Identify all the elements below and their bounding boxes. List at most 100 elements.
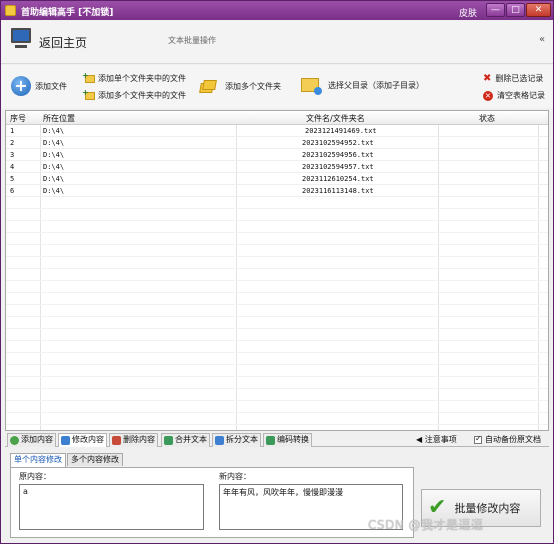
minimize-button[interactable]: —	[486, 3, 505, 17]
delete-x-icon: ✖	[483, 73, 492, 84]
tab-merge-text[interactable]: 合并文本	[161, 433, 210, 447]
add-file-label: 添加文件	[35, 81, 67, 91]
empty-table-row	[6, 341, 548, 353]
subtab-single-modify[interactable]: 单个内容修改	[10, 453, 66, 467]
folder-add-icon	[82, 71, 95, 83]
empty-table-row	[6, 317, 548, 329]
original-content-input[interactable]: a	[19, 484, 204, 530]
skin-button[interactable]: 皮肤	[459, 6, 477, 19]
empty-table-row	[6, 389, 548, 401]
file-table[interactable]: 序号 所在位置 文件名/文件夹名 状态 1 D:\4\ 202312149146…	[5, 110, 549, 431]
tab-add-content[interactable]: 添加内容	[7, 433, 56, 447]
cell-index: 2	[10, 139, 15, 147]
cell-filename: 2023112610254.txt	[302, 175, 374, 183]
split-icon	[215, 436, 224, 445]
empty-table-row	[6, 329, 548, 341]
table-row[interactable]: 5 D:\4\ 2023112610254.txt	[6, 173, 548, 185]
clear-table-button[interactable]: × 清空表格记录	[483, 90, 545, 101]
tab-label: 合并文本	[175, 435, 207, 444]
table-row[interactable]: 4 D:\4\ 2023102594957.txt	[6, 161, 548, 173]
empty-table-row	[6, 353, 548, 365]
notice-link[interactable]: ◀ 注意事项	[416, 434, 457, 445]
tab-split-text[interactable]: 拆分文本	[212, 433, 261, 447]
cell-index: 4	[10, 163, 15, 171]
app-icon	[5, 5, 16, 16]
delete-selected-label: 删除已选记录	[495, 74, 544, 83]
tab-delete-content[interactable]: 删除内容	[109, 433, 158, 447]
add-circle-icon	[10, 436, 19, 445]
empty-table-row	[6, 305, 548, 317]
add-single-folder-label: 添加单个文件夹中的文件	[98, 74, 186, 83]
empty-table-row	[6, 377, 548, 389]
add-multi-folder-label: 添加多个文件夹中的文件	[98, 91, 186, 100]
column-header-index[interactable]: 序号	[10, 113, 26, 124]
column-header-filename[interactable]: 文件名/文件夹名	[306, 113, 365, 124]
table-row[interactable]: 2 D:\4\ 2023102594952.txt	[6, 137, 548, 149]
delete-doc-icon	[112, 436, 121, 445]
column-header-status[interactable]: 状态	[479, 113, 495, 124]
cell-path: D:\4\	[43, 127, 65, 135]
cell-index: 3	[10, 151, 15, 159]
cell-index: 6	[10, 187, 15, 195]
clear-table-label: 清空表格记录	[497, 91, 545, 100]
empty-table-row	[6, 197, 548, 209]
merge-icon	[164, 436, 173, 445]
collapse-button[interactable]: «	[539, 34, 545, 45]
tab-label: 修改内容	[72, 435, 104, 444]
empty-table-row	[6, 401, 548, 413]
cell-index: 1	[10, 127, 15, 135]
table-header: 序号 所在位置 文件名/文件夹名 状态	[6, 111, 548, 125]
back-home-link[interactable]: 返回主页	[39, 34, 87, 51]
add-folders-button[interactable]: 添加多个文件夹	[199, 78, 281, 94]
cell-filename: 2023102594957.txt	[302, 163, 374, 171]
cell-path: D:\4\	[43, 163, 65, 171]
empty-table-row	[6, 209, 548, 221]
close-button[interactable]: ✕	[526, 3, 551, 17]
tab-modify-content[interactable]: 修改内容	[58, 433, 107, 447]
add-multi-folder-button[interactable]: 添加多个文件夹中的文件	[82, 88, 186, 101]
auto-backup-checkbox[interactable]: 自动备份原文档	[474, 434, 541, 445]
tab-encoding-convert[interactable]: 编码转换	[263, 433, 312, 447]
cell-filename: 2023102594956.txt	[302, 151, 374, 159]
cell-path: D:\4\	[43, 151, 65, 159]
table-row[interactable]: 1 D:\4\ 2023121491469.txt	[6, 125, 548, 137]
empty-table-row	[6, 233, 548, 245]
title-bar: 首助编辑高手 [不加锁] 皮肤 — □ ✕	[1, 1, 553, 20]
batch-modify-label: 批量修改内容	[454, 502, 521, 515]
empty-table-row	[6, 221, 548, 233]
subtab-multi-modify[interactable]: 多个内容修改	[67, 453, 123, 466]
add-single-folder-button[interactable]: 添加单个文件夹中的文件	[82, 71, 186, 84]
checkmark-icon: ✔	[428, 495, 447, 520]
empty-table-row	[6, 269, 548, 281]
empty-table-row	[6, 245, 548, 257]
convert-icon	[266, 436, 275, 445]
checkbox-checked-icon	[474, 434, 482, 444]
tab-label: 拆分文本	[226, 435, 258, 444]
cell-index: 5	[10, 175, 15, 183]
original-content-label: 原内容：	[19, 472, 51, 481]
monitor-icon[interactable]	[11, 28, 31, 43]
empty-table-row	[6, 365, 548, 377]
add-folders-label: 添加多个文件夹	[225, 81, 281, 91]
column-header-path[interactable]: 所在位置	[43, 113, 75, 124]
empty-table-row	[6, 425, 548, 430]
table-row[interactable]: 6 D:\4\ 2023116113148.txt	[6, 185, 548, 197]
table-row[interactable]: 3 D:\4\ 2023102594956.txt	[6, 149, 548, 161]
maximize-button[interactable]: □	[506, 3, 525, 17]
auto-backup-label: 自动备份原文档	[485, 435, 541, 444]
folders-icon	[199, 78, 217, 94]
empty-table-row	[6, 413, 548, 425]
watermark: CSDN @我才是逗逗	[368, 518, 484, 532]
page-subtitle: 文本批量操作	[168, 36, 216, 45]
select-parent-button[interactable]: 选择父目录（添加子目录）	[301, 78, 424, 95]
delete-selected-button[interactable]: ✖ 删除已选记录	[483, 73, 543, 84]
function-tabs: 添加内容 修改内容 删除内容 合并文本 拆分文本 编码转换 ◀ 注意事项 自动备…	[5, 432, 549, 447]
folder-add-icon	[82, 88, 95, 100]
header: 返回主页 文本批量操作 «	[1, 21, 553, 64]
select-parent-label: 选择父目录（添加子目录）	[328, 80, 424, 90]
cell-path: D:\4\	[43, 187, 65, 195]
plus-circle-icon: +	[11, 76, 31, 96]
cell-path: D:\4\	[43, 175, 65, 183]
add-file-button[interactable]: + 添加文件	[11, 76, 67, 96]
tab-label: 添加内容	[21, 435, 53, 444]
